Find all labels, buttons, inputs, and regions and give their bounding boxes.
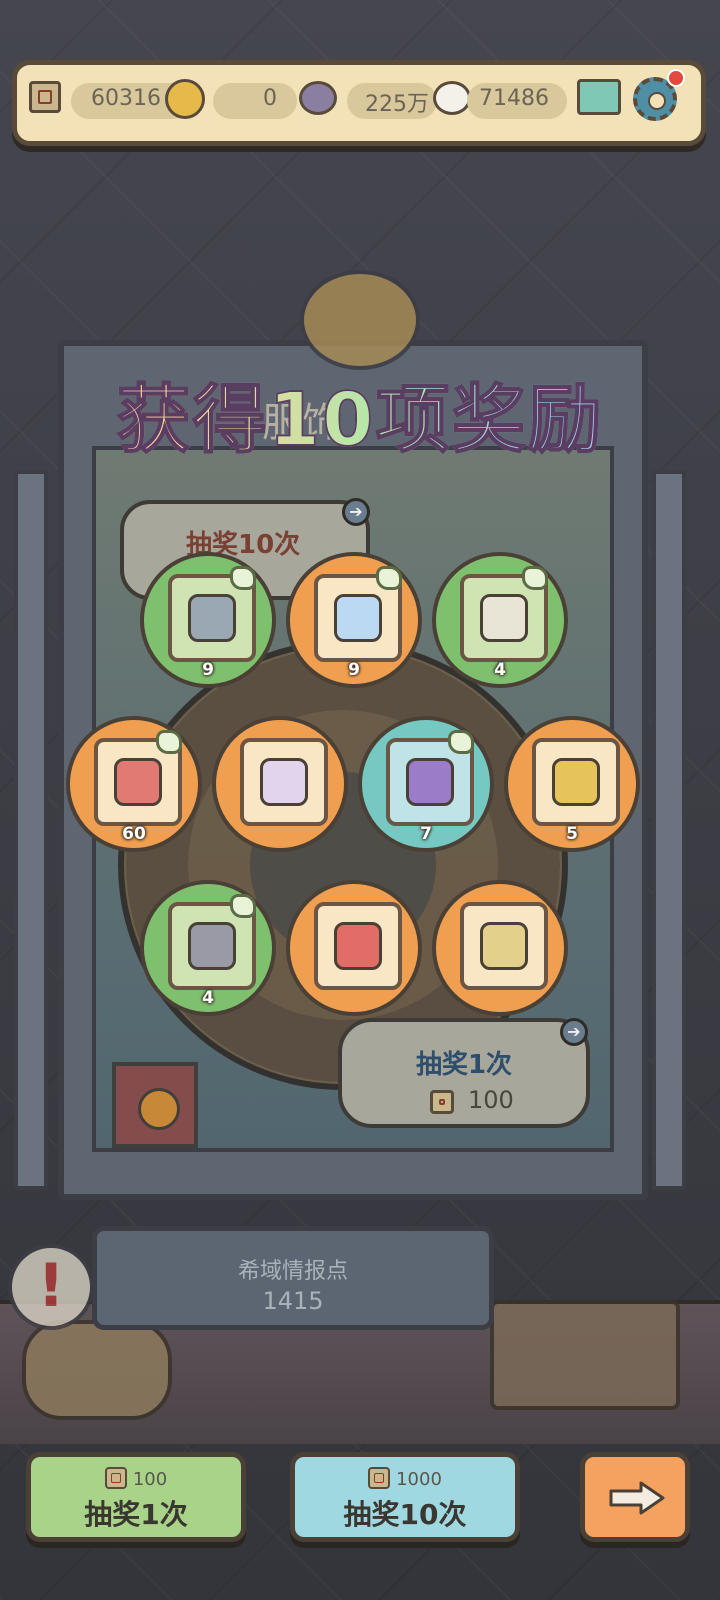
alert-icon[interactable]: ! [8,1244,94,1330]
reward-count: 5 [566,824,578,844]
gold-star-icon [552,758,600,806]
draw-1-label: 抽奖1次 [415,1050,513,1080]
currency-bar: 60316 0 225万 71486 [12,60,706,146]
ghost-icon [433,81,471,121]
reward-count: 4 [494,660,506,680]
reward-item[interactable]: 7 [358,716,494,852]
notification-dot [667,69,685,87]
right-pillar [652,470,686,1190]
info-value: 1415 [262,1287,324,1315]
next-button[interactable] [580,1452,690,1542]
blue-shoes-icon [334,594,382,642]
mail-icon[interactable] [577,79,621,119]
puzzle-piece-icon [376,566,402,590]
plush-toy-icon [260,758,308,806]
bucket-icon [188,594,236,642]
ticket-icon [368,1467,391,1489]
stamp-box[interactable] [112,1062,198,1148]
reward-item[interactable] [432,880,568,1016]
puzzle-piece-icon [156,730,182,754]
puzzle-piece-icon [230,894,256,918]
reward-item[interactable]: 4 [140,880,276,1016]
ghost-count: 71486 [479,86,549,111]
puzzle-piece-icon [522,566,548,590]
chest-decoration [490,1300,680,1410]
reward-count: 60 [122,824,146,844]
ticket-icon [104,1467,127,1489]
draw-1-arrow-icon[interactable]: ➔ [560,1018,588,1046]
draw-1-button[interactable]: 100 抽奖1次 [26,1452,246,1542]
reward-count: 7 [420,824,432,844]
draw-1-button-label: 抽奖1次 [84,1498,188,1531]
arrow-right-icon [609,1481,665,1515]
reward-item[interactable] [212,716,348,852]
puzzle-piece-icon [230,566,256,590]
reward-item[interactable]: 60 [66,716,202,852]
ticket-count: 60316 [91,86,161,111]
reward-item[interactable]: 5 [504,716,640,852]
draw-10-button-cost: 1000 [396,1469,442,1490]
reward-count: 4 [202,988,214,1008]
left-pillar [14,470,48,1190]
info-label: 希域情报点 [237,1259,348,1284]
red-platform-shoes-icon [334,922,382,970]
purple-bag-icon [406,758,454,806]
reward-item[interactable] [286,880,422,1016]
reward-count: 9 [348,660,360,680]
puzzle-piece-icon [448,730,474,754]
coin-icon [165,79,205,119]
ticket-icon [29,81,61,121]
draw-10-button[interactable]: 1000 抽奖10次 [290,1452,520,1542]
draw-1-cost: 100 [468,1086,514,1114]
gold-boots-icon [480,922,528,970]
draw-10-arrow-icon[interactable]: ➔ [342,498,370,526]
draw-1-button-cost: 100 [132,1469,168,1490]
bubble-icon [299,81,337,121]
backpack-icon [480,594,528,642]
reward-item[interactable]: 9 [286,552,422,688]
reward-item[interactable]: 9 [140,552,276,688]
reward-count: 9 [202,660,214,680]
reward-item[interactable]: 4 [432,552,568,688]
draw-1-panel[interactable]: 抽奖1次 100 [338,1018,590,1128]
bubble-count: 225万 [365,92,429,117]
red-heels-icon [114,758,162,806]
scrolls-decoration [22,1320,172,1420]
draw-10-button-label: 抽奖10次 [343,1498,467,1531]
sun-ornament [300,270,420,370]
reward-title: 获得10项奖励 [0,360,720,467]
coin-count: 0 [263,86,277,111]
ticket-icon [430,1090,454,1114]
gray-sandals-icon [188,922,236,970]
info-board: 希域情报点 1415 [92,1226,494,1330]
